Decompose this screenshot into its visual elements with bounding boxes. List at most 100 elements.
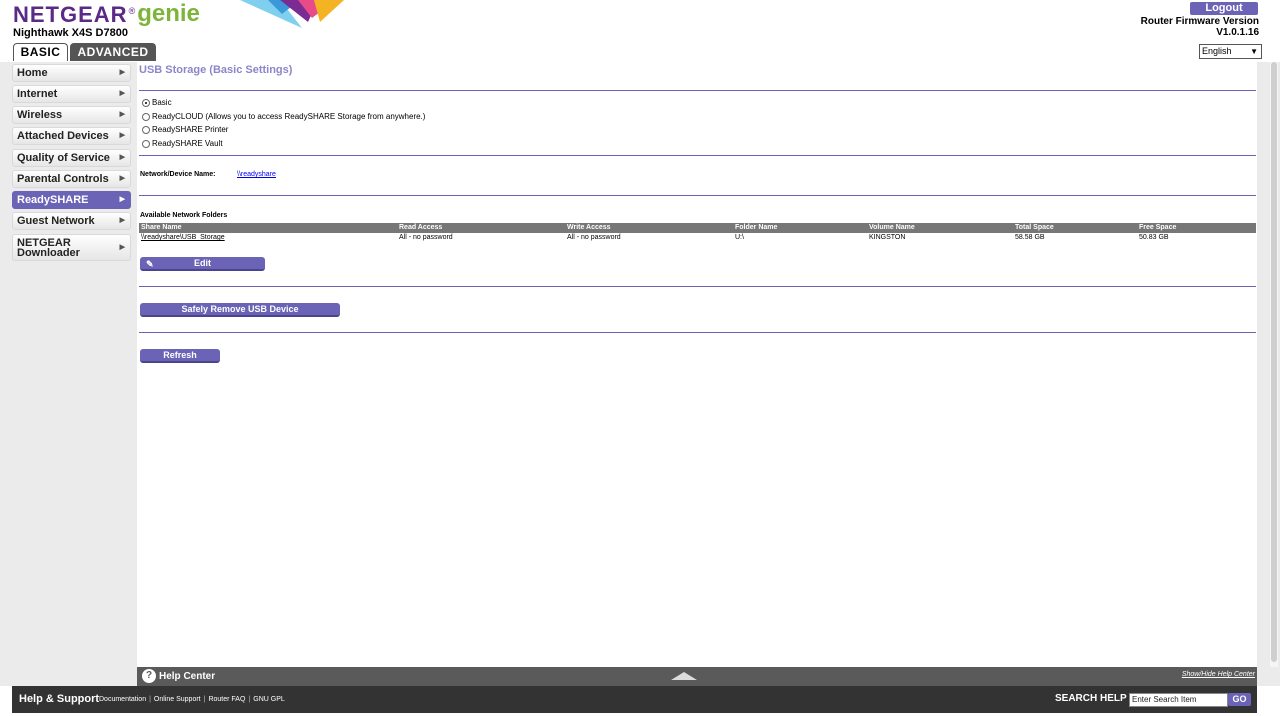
sidebar-item-netgear-downloader[interactable]: NETGEAR Downloader ▶ <box>12 234 131 261</box>
help-question-icon: ? <box>142 669 156 683</box>
tab-advanced[interactable]: ADVANCED <box>70 43 156 61</box>
chevron-right-icon: ▶ <box>119 111 125 118</box>
option-label: Basic <box>152 98 172 107</box>
sidebar-item-guest-network[interactable]: Guest Network ▶ <box>12 212 131 230</box>
radio-readycloud[interactable] <box>142 112 150 121</box>
radio-basic[interactable] <box>142 98 150 107</box>
language-value: English <box>1202 46 1232 56</box>
table-header <box>139 223 1256 233</box>
refresh-button[interactable]: Refresh <box>140 349 220 363</box>
radio-readyshare-printer[interactable] <box>142 125 150 134</box>
expand-up-icon[interactable] <box>671 671 697 681</box>
option-readyshare-vault[interactable]: ReadySHARE Vault <box>142 139 223 148</box>
header-decoration-graphic <box>240 0 344 28</box>
option-label: ReadySHARE Printer <box>152 125 229 134</box>
footer-links: Documentation | Online Support | Router … <box>99 696 285 703</box>
table-cell-free-space: 50.83 GB <box>1139 234 1169 241</box>
sidebar-item-parental-controls[interactable]: Parental Controls ▶ <box>12 170 131 188</box>
help-center-title: Help Center <box>159 671 216 682</box>
safely-remove-usb-label: Safely Remove USB Device <box>181 304 299 314</box>
device-name-label: Network/Device Name: <box>140 171 216 178</box>
sidebar-item-quality-of-service[interactable]: Quality of Service ▶ <box>12 149 131 167</box>
tab-basic[interactable]: BASIC <box>13 43 68 61</box>
share-name-link[interactable]: \\readyshare\USB_Storage <box>141 233 225 243</box>
logout-button[interactable]: Logout <box>1190 2 1258 15</box>
folders-label: Available Network Folders <box>140 212 228 219</box>
divider <box>139 286 1256 287</box>
option-label: ReadyCLOUD (Allows you to access ReadySH… <box>152 112 426 121</box>
documentation-link[interactable]: Documentation <box>99 696 146 703</box>
chevron-right-icon: ▶ <box>119 243 125 251</box>
product-name: genie <box>137 0 200 27</box>
router-faq-link[interactable]: Router FAQ <box>208 696 245 703</box>
page-title: USB Storage (Basic Settings) <box>139 64 293 76</box>
sidebar-item-internet[interactable]: Internet ▶ <box>12 85 131 103</box>
chevron-right-icon: ▶ <box>119 175 125 182</box>
sidebar-item-label: Quality of Service <box>17 152 110 164</box>
language-select[interactable]: English ▼ <box>1199 44 1262 59</box>
sidebar-item-label: NETGEAR Downloader <box>17 237 80 259</box>
sidebar-item-home[interactable]: Home ▶ <box>12 64 131 82</box>
sidebar-item-label: Home <box>17 67 48 79</box>
column-header-free-space: Free Space <box>1139 224 1177 231</box>
separator: | <box>248 696 251 703</box>
search-help-input[interactable]: Enter Search Item <box>1129 693 1228 707</box>
chevron-right-icon: ▶ <box>119 154 125 161</box>
column-header-total-space: Total Space <box>1015 224 1054 231</box>
table-cell-volume-name: KINGSTON <box>869 234 906 241</box>
edit-button-label: Edit <box>194 258 211 268</box>
edit-button[interactable]: ✎ Edit <box>140 257 265 271</box>
table-cell-total-space: 58.58 GB <box>1015 234 1045 241</box>
option-readyshare-printer[interactable]: ReadySHARE Printer <box>142 125 228 134</box>
device-name-link[interactable]: \\readyshare <box>237 171 276 178</box>
firmware-version: V1.0.1.16 <box>1216 27 1259 38</box>
divider <box>139 195 1256 196</box>
chevron-right-icon: ▶ <box>119 217 125 224</box>
safely-remove-usb-button[interactable]: Safely Remove USB Device <box>140 303 340 317</box>
sidebar-item-label: Wireless <box>17 109 63 121</box>
sidebar-item-label: Guest Network <box>17 215 95 227</box>
divider <box>139 90 1256 91</box>
search-go-button[interactable]: GO <box>1228 693 1251 706</box>
table-cell-folder-name: U:\ <box>735 234 744 241</box>
chevron-right-icon: ▶ <box>119 196 125 203</box>
column-header-read-access: Read Access <box>399 224 443 231</box>
brand-mark: ® <box>128 6 136 16</box>
divider <box>139 155 1256 156</box>
sidebar-item-label: Internet <box>17 88 58 100</box>
option-basic[interactable]: Basic <box>142 98 172 107</box>
option-readycloud[interactable]: ReadyCLOUD (Allows you to access ReadySH… <box>142 112 425 121</box>
sidebar-item-label: Parental Controls <box>17 173 109 185</box>
firmware-label: Router Firmware Version <box>1140 16 1259 27</box>
sidebar-item-attached-devices[interactable]: Attached Devices ▶ <box>12 127 131 145</box>
firmware-info: Router Firmware Version V1.0.1.16 <box>1141 16 1259 38</box>
sidebar-item-readyshare[interactable]: ReadySHARE ▶ <box>12 191 131 209</box>
scrollbar-thumb[interactable] <box>1271 62 1277 662</box>
sidebar-item-label: ReadySHARE <box>17 194 89 206</box>
chevron-right-icon: ▶ <box>119 69 125 76</box>
chevron-right-icon: ▶ <box>119 132 125 139</box>
chevron-right-icon: ▶ <box>119 90 125 97</box>
gnu-gpl-link[interactable]: GNU GPL <box>253 696 285 703</box>
refresh-button-label: Refresh <box>163 350 197 360</box>
option-label: ReadySHARE Vault <box>152 139 223 148</box>
online-support-link[interactable]: Online Support <box>154 696 201 703</box>
divider <box>139 332 1256 333</box>
separator: | <box>149 696 151 703</box>
help-support-title: Help & Support <box>19 693 100 705</box>
radio-readyshare-vault[interactable] <box>142 139 150 148</box>
table-cell-write-access: All - no password <box>567 234 621 241</box>
header: NETGEAR ® genie Nighthawk X4S D7800 BASI… <box>0 0 1280 62</box>
pencil-icon: ✎ <box>146 259 154 269</box>
chevron-down-icon: ▼ <box>1250 47 1258 56</box>
sidebar-item-wireless[interactable]: Wireless ▶ <box>12 106 131 124</box>
column-header-volume-name: Volume Name <box>869 224 915 231</box>
search-help-label: SEARCH HELP <box>1055 693 1127 704</box>
netgear-genie-logo: NETGEAR ® genie <box>13 0 200 28</box>
separator: | <box>203 696 206 703</box>
column-header-folder-name: Folder Name <box>735 224 778 231</box>
footer: Help & Support Documentation | Online Su… <box>12 686 1257 713</box>
show-hide-help-link[interactable]: Show/Hide Help Center <box>1182 671 1255 678</box>
table-cell-read-access: All - no password <box>399 234 453 241</box>
main-content <box>137 62 1257 667</box>
